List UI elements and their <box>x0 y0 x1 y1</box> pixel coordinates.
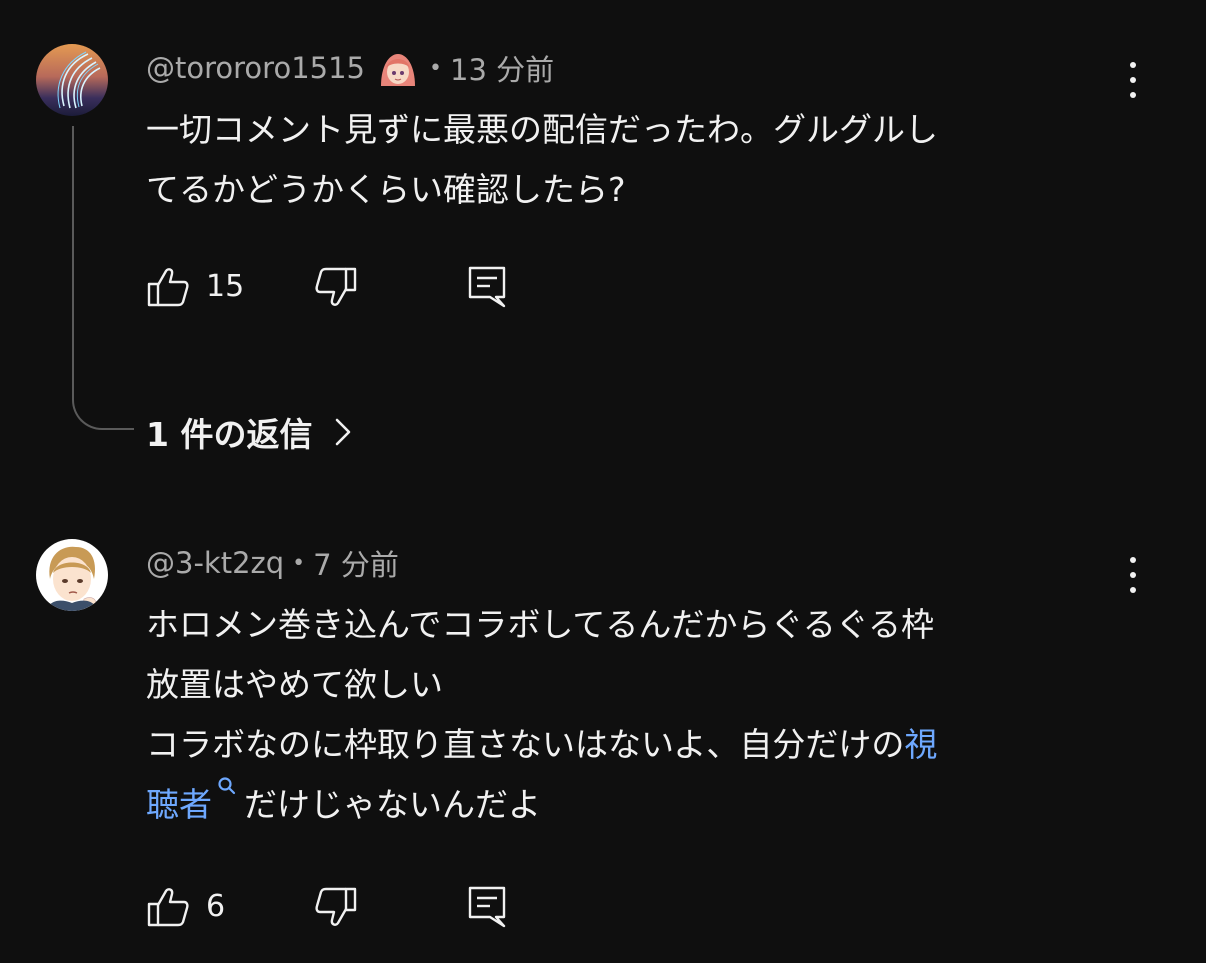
chevron-right-icon <box>336 418 351 446</box>
like-count: 6 <box>206 889 226 924</box>
comment-author[interactable]: @3-kt2zq <box>146 546 284 580</box>
thumbs-down-icon[interactable] <box>314 885 358 929</box>
reply-comment-icon[interactable] <box>466 885 510 929</box>
comment-actions: 15 <box>146 265 546 309</box>
reply-thread-line <box>72 126 134 430</box>
avatar-3-kt2zq[interactable] <box>36 539 108 611</box>
thumbs-up-icon[interactable] <box>146 265 190 309</box>
search-icon[interactable] <box>216 775 238 805</box>
thumbs-up-icon[interactable] <box>146 885 190 929</box>
comment-line: 放置はやめて欲しい <box>146 665 443 704</box>
thumbs-down-icon[interactable] <box>314 265 358 309</box>
comment-line-text: コラボなのに枠取り直さないはないよ、自分だけの <box>146 725 905 764</box>
comment-line: てるかどうかくらい確認したら? <box>146 170 626 209</box>
reply-comment-icon[interactable] <box>466 265 510 309</box>
comment-line: 一切コメント見ずに最悪の配信だったわ。グルグルし <box>146 110 938 149</box>
member-badge-icon <box>375 48 421 88</box>
more-vertical-icon[interactable] <box>1118 60 1148 100</box>
meta-separator: • <box>292 550 306 576</box>
view-replies-button[interactable]: 1 件の返信 <box>146 408 354 456</box>
comment-time: 13 分前 <box>450 53 555 87</box>
comment-author[interactable]: @torororo1515 <box>146 51 365 85</box>
comments-page: @torororo1515 • 13 分前 一切コメント見ずに最悪の配信だったわ… <box>0 0 1206 963</box>
more-vertical-icon[interactable] <box>1118 555 1148 595</box>
replies-label: 1 件の返信 <box>146 415 313 454</box>
comment-line: ホロメン巻き込んでコラボしてるんだからぐるぐる枠 <box>146 605 935 644</box>
comment-meta: @3-kt2zq • 7 分前 <box>146 543 399 583</box>
search-link-text[interactable]: 聴者 <box>146 785 212 824</box>
comment-actions: 6 <box>146 885 546 929</box>
comment-line: 聴者 だけじゃないんだよ <box>146 775 937 835</box>
comment-line-text: だけじゃないんだよ <box>244 785 541 824</box>
comment-meta: @torororo1515 • 13 分前 <box>146 48 554 88</box>
search-link-text[interactable]: 視 <box>904 725 937 764</box>
comment-text: 一切コメント見ずに最悪の配信だったわ。グルグルし てるかどうかくらい確認したら? <box>146 100 938 220</box>
like-count: 15 <box>206 269 245 304</box>
avatar-torororo1515[interactable] <box>36 44 108 116</box>
comment-time: 7 分前 <box>313 548 399 582</box>
comment-text: ホロメン巻き込んでコラボしてるんだからぐるぐる枠 放置はやめて欲しい コラボなの… <box>146 595 937 835</box>
comment-line: コラボなのに枠取り直さないはないよ、自分だけの視 <box>146 715 937 775</box>
meta-separator: • <box>429 55 442 81</box>
